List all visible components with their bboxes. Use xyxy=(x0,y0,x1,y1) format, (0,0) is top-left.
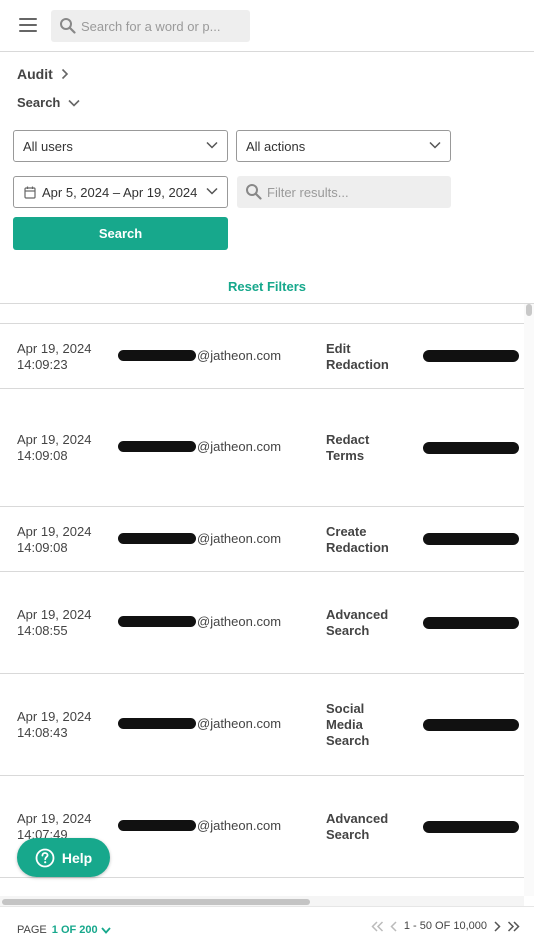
table-row[interactable]: Apr 19, 2024 14:09:08 @jatheon.com Redac… xyxy=(0,389,524,507)
filter-results[interactable] xyxy=(237,176,451,208)
redaction-mark xyxy=(423,442,519,454)
users-select[interactable]: All users xyxy=(13,130,228,162)
row-user: @jatheon.com xyxy=(118,439,281,454)
calendar-icon xyxy=(24,186,36,199)
vertical-scrollbar[interactable] xyxy=(524,304,534,896)
chevron-down-icon xyxy=(206,187,218,195)
horizontal-scrollbar[interactable] xyxy=(0,896,524,906)
help-button[interactable]: Help xyxy=(17,838,110,877)
row-user: @jatheon.com xyxy=(118,818,281,833)
search-section-toggle[interactable]: Search xyxy=(17,95,80,110)
page-select[interactable]: 1 OF 200 xyxy=(52,924,111,936)
redaction-mark xyxy=(118,616,196,627)
top-bar xyxy=(0,0,534,52)
row-timestamp: Apr 19, 2024 14:09:08 xyxy=(17,432,92,463)
row-action: Edit Redaction xyxy=(326,341,389,372)
global-search-input[interactable] xyxy=(81,10,246,42)
prev-page-icon[interactable] xyxy=(390,920,398,932)
table-row[interactable]: Apr 19, 2024 14:08:55 @jatheon.com Advan… xyxy=(0,572,524,674)
reset-filters-link[interactable]: Reset Filters xyxy=(0,279,534,294)
global-search[interactable] xyxy=(51,10,250,42)
redaction-mark xyxy=(423,719,519,731)
date-range-select[interactable]: Apr 5, 2024 – Apr 19, 2024 xyxy=(13,176,228,208)
search-icon xyxy=(60,18,76,34)
table-row[interactable]: Apr 19, 2024 14:08:43 @jatheon.com Socia… xyxy=(0,674,524,776)
redaction-mark xyxy=(423,350,519,362)
row-action: Create Redaction xyxy=(326,524,389,555)
pager: 1 - 50 OF 10,000 xyxy=(371,920,520,932)
filter-results-input[interactable] xyxy=(267,176,447,208)
row-timestamp: Apr 19, 2024 14:09:23 xyxy=(17,341,92,372)
next-page-icon[interactable] xyxy=(493,920,501,932)
redaction-mark xyxy=(423,617,519,629)
row-user: @jatheon.com xyxy=(118,531,281,546)
users-select-value: All users xyxy=(23,138,73,154)
chevron-down-icon xyxy=(206,141,218,149)
help-label: Help xyxy=(61,849,93,866)
redaction-mark xyxy=(118,718,196,729)
page-label: PAGE xyxy=(17,924,47,936)
chevron-right-icon xyxy=(61,68,68,80)
row-action: Redact Terms xyxy=(326,432,370,463)
redaction-mark xyxy=(423,821,519,833)
redaction-mark xyxy=(118,820,196,831)
row-action: Advanced Search xyxy=(326,811,389,842)
row-timestamp: Apr 19, 2024 14:08:55 xyxy=(17,607,92,638)
date-range-value: Apr 5, 2024 – Apr 19, 2024 xyxy=(42,184,198,200)
actions-select-value: All actions xyxy=(246,138,306,154)
chevron-down-icon xyxy=(429,141,441,149)
chevron-down-icon xyxy=(68,99,80,107)
row-user: @jatheon.com xyxy=(118,716,281,731)
breadcrumb: Audit xyxy=(17,66,69,82)
row-action: Social Media Search xyxy=(326,701,370,748)
redaction-mark xyxy=(118,533,196,544)
actions-select[interactable]: All actions xyxy=(236,130,451,162)
table-row-partial xyxy=(0,304,524,324)
last-page-icon[interactable] xyxy=(507,920,520,932)
row-action: Advanced Search xyxy=(326,607,389,638)
range-text: 1 - 50 OF 10,000 xyxy=(403,920,487,932)
row-user: @jatheon.com xyxy=(118,348,281,363)
horizontal-scrollbar-thumb[interactable] xyxy=(2,899,310,905)
section-title: Search xyxy=(17,95,61,110)
redaction-mark xyxy=(118,350,196,361)
table-row[interactable]: Apr 19, 2024 14:09:08 @jatheon.com Creat… xyxy=(0,507,524,572)
search-icon xyxy=(246,184,262,200)
menu-icon[interactable] xyxy=(19,18,37,34)
chevron-down-icon xyxy=(100,926,111,934)
redaction-mark xyxy=(118,441,196,452)
breadcrumb-audit[interactable]: Audit xyxy=(17,66,53,82)
vertical-scrollbar-thumb[interactable] xyxy=(526,304,532,316)
audit-table: Apr 19, 2024 14:09:23 @jatheon.com Edit … xyxy=(0,304,534,896)
question-circle-icon xyxy=(35,848,55,867)
pagination-footer: PAGE 1 OF 200 1 - 50 OF 10,000 xyxy=(0,906,534,950)
search-button[interactable]: Search xyxy=(13,217,228,250)
table-row[interactable]: Apr 19, 2024 14:09:23 @jatheon.com Edit … xyxy=(0,324,524,389)
row-timestamp: Apr 19, 2024 14:09:08 xyxy=(17,524,92,555)
redaction-mark xyxy=(423,533,519,545)
first-page-icon[interactable] xyxy=(371,920,384,932)
row-user: @jatheon.com xyxy=(118,614,281,629)
page-indicator: PAGE 1 OF 200 xyxy=(17,924,111,936)
row-timestamp: Apr 19, 2024 14:08:43 xyxy=(17,709,92,740)
